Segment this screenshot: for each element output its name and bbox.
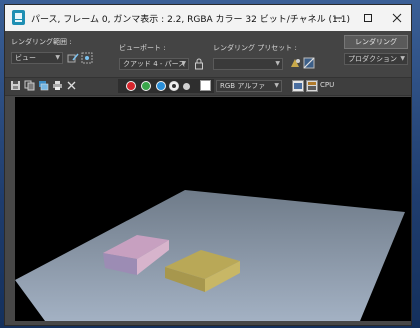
cpu-label: CPU — [320, 81, 335, 89]
alpha-channel-toggle[interactable] — [169, 81, 179, 91]
maximize-icon — [364, 14, 372, 22]
green-channel-toggle[interactable] — [141, 81, 151, 91]
edit-region-icon[interactable] — [67, 52, 79, 64]
render-settings-toolbar: レンダリング範囲 : ビュー ▼ ビューポート : クアッド 4 - パース ▼ レ… — [5, 31, 411, 77]
lock-icon[interactable] — [193, 58, 205, 70]
blue-channel-toggle[interactable] — [156, 81, 166, 91]
chevron-down-icon: ▼ — [400, 55, 405, 62]
chevron-down-icon: ▼ — [275, 60, 280, 67]
rendered-image — [15, 190, 405, 321]
auto-region-icon[interactable] — [81, 52, 93, 64]
viewport-dropdown[interactable]: クアッド 4 - パース ▼ — [119, 58, 189, 70]
minimize-button[interactable] — [323, 5, 353, 31]
chevron-down-icon: ▼ — [181, 60, 186, 67]
window-title: パース, フレーム 0, ガンマ表示 : 2.2, RGBA カラー 32 ビッ… — [31, 15, 351, 25]
chevron-down-icon: ▼ — [274, 82, 279, 89]
close-icon — [392, 13, 402, 23]
print-icon[interactable] — [52, 80, 63, 91]
render-preset-label: レンダリング プリセット : — [213, 44, 297, 52]
environment-effects-icon[interactable] — [303, 57, 315, 69]
close-button[interactable] — [382, 5, 411, 31]
render-area-label: レンダリング範囲 : — [11, 38, 72, 46]
render-preset-dropdown[interactable]: ▼ — [213, 58, 283, 70]
render-area-value: ビュー — [15, 54, 36, 62]
maximize-button[interactable] — [353, 5, 383, 31]
save-icon[interactable] — [10, 80, 21, 91]
frame-buffer-toolbar: RGB アルファ ▼ CPU — [5, 77, 411, 96]
red-channel-toggle[interactable] — [126, 81, 136, 91]
swatch-color[interactable] — [200, 80, 211, 91]
render-frame-window: パース, フレーム 0, ガンマ表示 : 2.2, RGBA カラー 32 ビッ… — [4, 4, 412, 326]
chevron-down-icon: ▼ — [55, 54, 60, 61]
3dsmax-app-icon — [12, 10, 25, 25]
render-viewport[interactable] — [15, 97, 411, 321]
viewport-label: ビューポート : — [119, 44, 166, 52]
clone-window-icon[interactable] — [38, 80, 49, 91]
render-button[interactable]: レンダリング — [344, 35, 408, 49]
copy-image-icon[interactable] — [24, 80, 35, 91]
render-setup-icon[interactable] — [289, 57, 301, 69]
toggle-ui-overlay-icon[interactable] — [292, 80, 304, 92]
monochrome-toggle[interactable] — [183, 83, 190, 90]
render-mode-value: プロダクション — [348, 55, 397, 63]
display-channel-dropdown[interactable]: RGB アルファ ▼ — [216, 80, 282, 92]
clear-icon[interactable] — [66, 80, 77, 91]
title-bar: パース, フレーム 0, ガンマ表示 : 2.2, RGBA カラー 32 ビッ… — [5, 5, 411, 31]
toggle-ui-icon[interactable] — [306, 80, 318, 92]
minimize-icon — [334, 17, 342, 19]
display-channel-value: RGB アルファ — [220, 82, 266, 90]
viewport-value: クアッド 4 - パース — [123, 60, 186, 68]
render-mode-dropdown[interactable]: プロダクション ▼ — [344, 53, 408, 65]
render-area-dropdown[interactable]: ビュー ▼ — [11, 52, 63, 64]
